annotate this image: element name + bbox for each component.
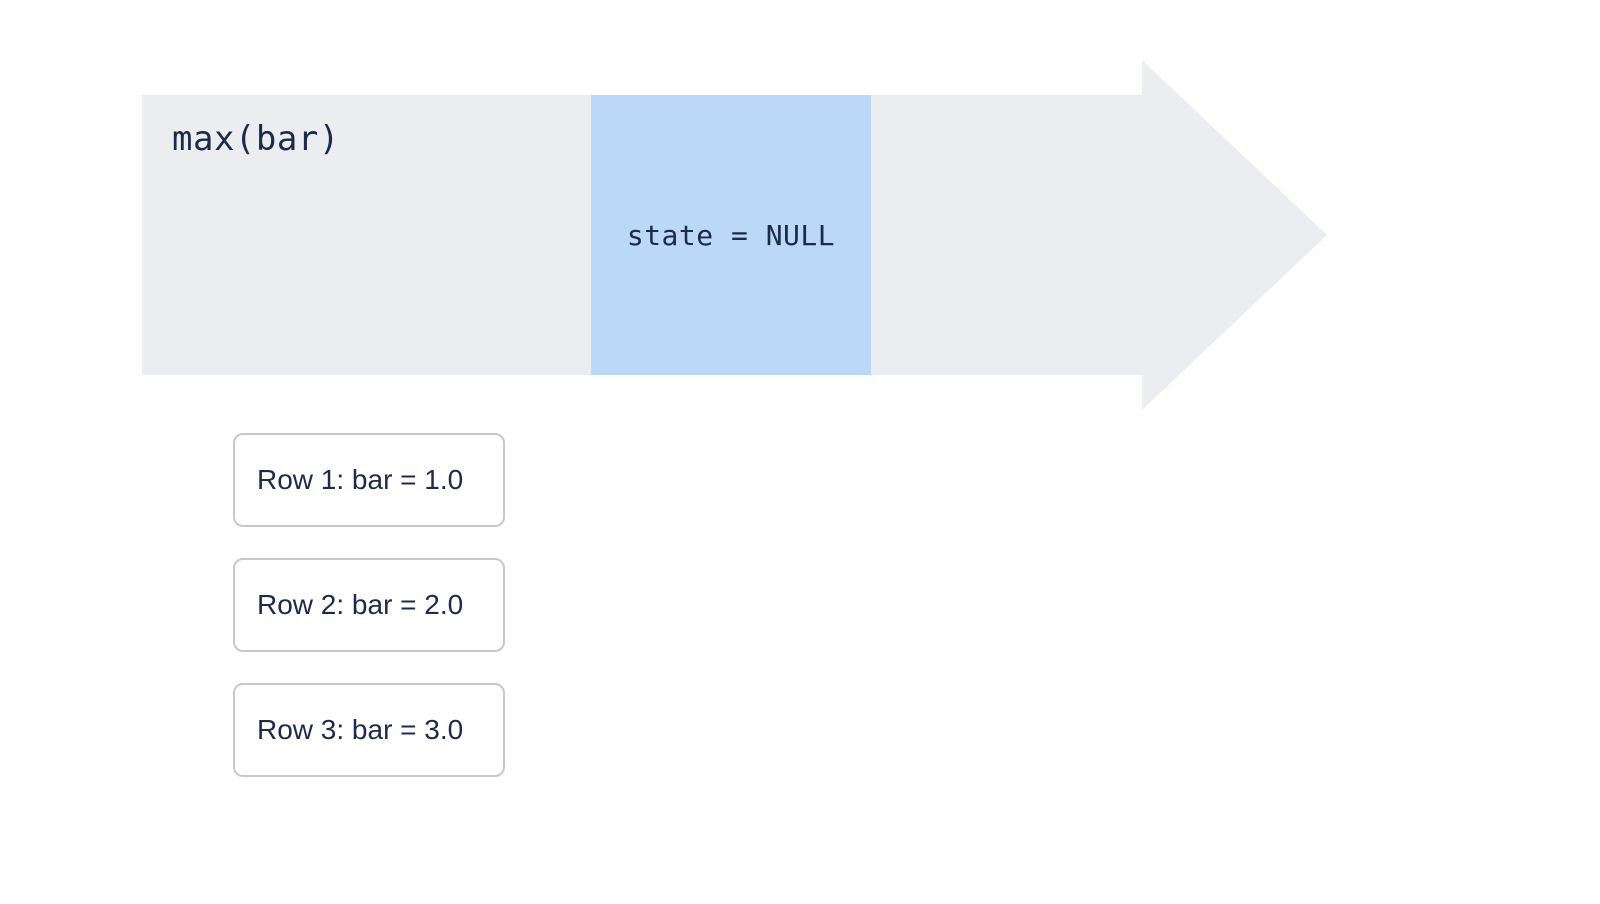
input-row: Row 2: bar = 2.0 <box>233 558 505 652</box>
row-label: Row 3: bar = 3.0 <box>257 714 463 746</box>
row-label: Row 1: bar = 1.0 <box>257 464 463 496</box>
flow-arrow: max(bar) state = NULL <box>142 95 1472 405</box>
function-label: max(bar) <box>172 119 340 159</box>
input-row: Row 3: bar = 3.0 <box>233 683 505 777</box>
row-label: Row 2: bar = 2.0 <box>257 589 463 621</box>
state-box: state = NULL <box>591 95 871 375</box>
arrow-body: max(bar) state = NULL <box>142 95 1142 375</box>
input-row: Row 1: bar = 1.0 <box>233 433 505 527</box>
state-label: state = NULL <box>627 219 835 252</box>
arrow-head-icon <box>1142 60 1327 410</box>
input-rows-container: Row 1: bar = 1.0 Row 2: bar = 2.0 Row 3:… <box>233 433 505 777</box>
